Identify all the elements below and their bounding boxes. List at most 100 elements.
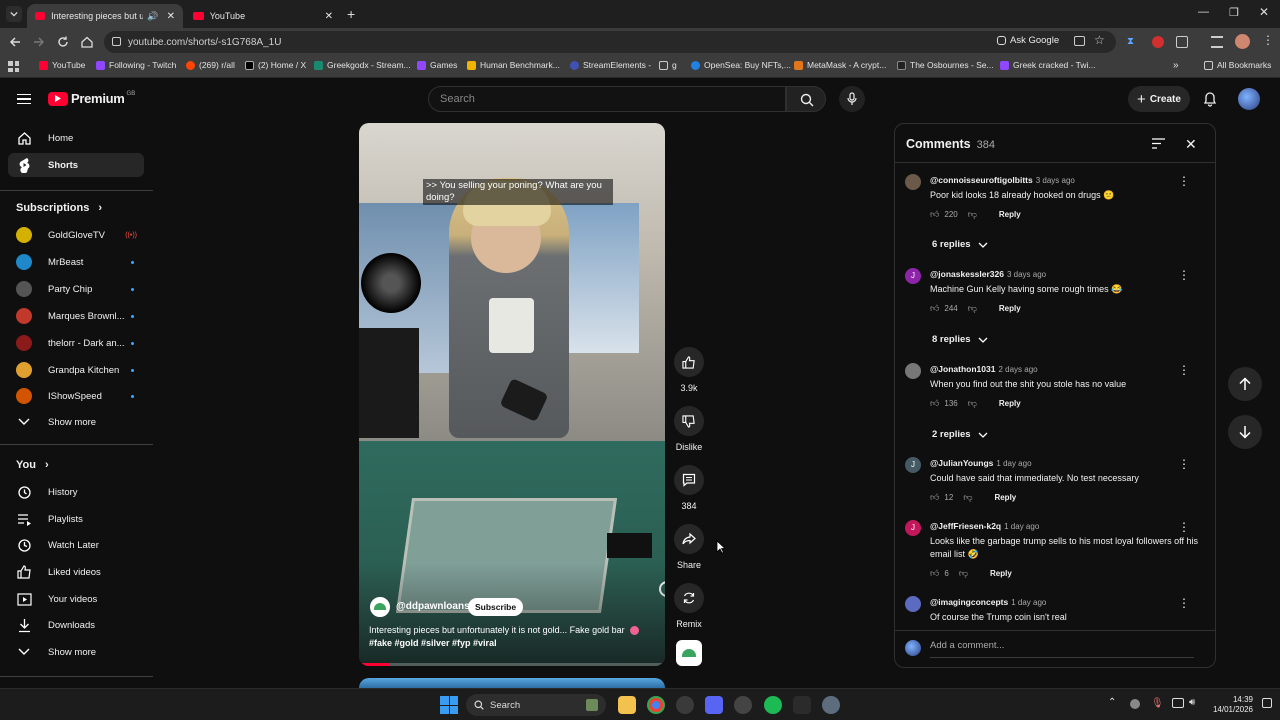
sidebar-sub-party-chip[interactable]: Party Chip <box>8 277 144 301</box>
comment-more-icon[interactable]: ⋮ <box>1178 363 1190 377</box>
commenter-avatar[interactable] <box>905 596 921 612</box>
view-replies-button[interactable]: 8 replies <box>932 334 988 345</box>
reply-button[interactable]: Reply <box>999 210 1021 219</box>
comment-more-icon[interactable]: ⋮ <box>1178 268 1190 282</box>
share-action[interactable]: Share <box>674 524 704 570</box>
comment-more-icon[interactable]: ⋮ <box>1178 520 1190 534</box>
comment-author[interactable]: @connoisseuroftigolbitts 3 days ago <box>930 175 1075 185</box>
dislike-action[interactable]: Dislike <box>674 406 704 452</box>
bookmark-youtube[interactable]: YouTube <box>39 60 85 70</box>
sidebar-sub-ishowspeed[interactable]: IShowSpeed <box>8 384 144 408</box>
comment-author[interactable]: @jonaskessler326 3 days ago <box>930 269 1046 279</box>
bookmarks-overflow-icon[interactable]: » <box>1173 60 1179 71</box>
sidebar-item-history[interactable]: History <box>8 480 144 504</box>
sidebar-item-home[interactable]: Home <box>8 126 144 150</box>
subscribe-button[interactable]: Subscribe <box>468 598 524 616</box>
view-replies-button[interactable]: 6 replies <box>932 239 988 250</box>
reply-button[interactable]: Reply <box>999 399 1021 408</box>
site-info-icon[interactable] <box>112 37 121 46</box>
app-icon[interactable] <box>676 696 694 714</box>
tab-active[interactable]: Interesting pieces but unfo 🔊 ✕ <box>27 4 183 28</box>
thumbs-up-icon[interactable]: 👍︎ <box>930 209 939 220</box>
thumbs-up-icon[interactable]: 👍︎ <box>930 303 939 314</box>
close-comments-button[interactable]: ✕ <box>1185 136 1197 153</box>
volume-icon[interactable]: 🔊︎ <box>1189 697 1195 708</box>
taskbar-clock[interactable]: 14:39 14/01/2026 <box>1207 695 1253 715</box>
profile-avatar[interactable] <box>1235 34 1250 49</box>
bookmark-osbournes[interactable]: The Osbournes - Se... <box>897 60 994 70</box>
bookmark-x[interactable]: (2) Home / X <box>245 60 306 70</box>
share-button[interactable] <box>674 524 704 554</box>
voice-search-button[interactable] <box>839 86 865 112</box>
sidebar-item-shorts[interactable]: Shorts <box>8 153 144 177</box>
chrome-icon[interactable] <box>647 696 665 714</box>
show-more-you[interactable]: Show more <box>8 640 144 664</box>
app-icon[interactable] <box>793 696 811 714</box>
apps-grid-icon[interactable] <box>8 61 19 72</box>
next-short-preview[interactable] <box>359 678 665 688</box>
bookmark-star-icon[interactable]: ☆ <box>1094 33 1105 47</box>
bookmark-metamask[interactable]: MetaMask - A crypt... <box>794 60 886 70</box>
show-more-subscriptions[interactable]: Show more <box>8 410 144 434</box>
sidebar-item-downloads[interactable]: Downloads <box>8 613 144 637</box>
like-action[interactable]: 3.9k <box>674 347 704 393</box>
reading-list-icon[interactable] <box>1211 36 1223 48</box>
like-button[interactable] <box>674 347 704 377</box>
commenter-avatar[interactable]: J <box>905 457 921 473</box>
comment-more-icon[interactable]: ⋮ <box>1178 457 1190 471</box>
extensions-puzzle-icon[interactable] <box>1176 36 1188 48</box>
speaker-icon[interactable]: 🔊 <box>147 11 158 22</box>
bookmark-opensea[interactable]: OpenSea: Buy NFTs,... <box>691 60 791 70</box>
extension-red-icon[interactable] <box>1152 36 1164 48</box>
minimize-button[interactable]: — <box>1198 6 1209 18</box>
close-tab-icon[interactable]: ✕ <box>325 11 333 22</box>
search-input[interactable]: Search <box>428 86 786 112</box>
remix-action[interactable]: Remix <box>674 583 704 629</box>
home-button[interactable] <box>80 35 94 49</box>
browser-menu-icon[interactable]: ⋮ <box>1262 33 1274 47</box>
dislike-button[interactable] <box>674 406 704 436</box>
bookmark-human-benchmark[interactable]: Human Benchmark... <box>467 60 560 70</box>
new-tab-button[interactable]: + <box>347 6 355 22</box>
video-hashtags[interactable]: #fake #gold #silver #fyp #viral <box>369 638 497 648</box>
tray-app-icon[interactable] <box>1130 699 1140 709</box>
address-bar[interactable]: youtube.com/shorts/-s1G768A_1U Ask Googl… <box>104 31 1116 53</box>
thumbs-down-icon[interactable]: 👎︎ <box>968 209 977 220</box>
bookmark-reddit[interactable]: (269) r/all <box>186 60 235 70</box>
hamburger-menu-icon[interactable] <box>17 94 31 104</box>
remix-button[interactable] <box>674 583 704 613</box>
tab-search-button[interactable] <box>6 6 22 22</box>
notifications-icon[interactable] <box>1262 698 1272 708</box>
reload-button[interactable] <box>56 35 70 49</box>
sidebar-sub-thelorr[interactable]: thelorr - Dark an... <box>8 331 144 355</box>
sound-source-thumbnail[interactable] <box>676 640 702 666</box>
subscriptions-header[interactable]: Subscriptions › <box>16 202 102 214</box>
app-icon[interactable] <box>734 696 752 714</box>
youtube-premium-logo[interactable]: Premium GB <box>48 91 135 106</box>
account-avatar[interactable] <box>1238 88 1260 110</box>
spotify-icon[interactable] <box>764 696 782 714</box>
sidebar-item-your-videos[interactable]: Your videos <box>8 587 144 611</box>
tab-youtube[interactable]: YouTube ✕ <box>185 4 341 28</box>
commenter-avatar[interactable]: J <box>905 520 921 536</box>
windows-start-icon[interactable] <box>440 696 458 714</box>
commenter-avatar[interactable] <box>905 363 921 379</box>
comment-author[interactable]: @imagingconcepts 1 day ago <box>930 597 1046 607</box>
notifications-button[interactable] <box>1203 91 1217 107</box>
bookmark-twitch[interactable]: Following - Twitch <box>96 60 176 70</box>
thumbs-up-icon[interactable]: 👍︎ <box>930 492 939 503</box>
extension-icon[interactable]: ⧗ <box>1127 36 1139 48</box>
sidebar-sub-goldglovetv[interactable]: GoldGloveTV ((•)) <box>8 223 144 247</box>
sidebar-item-playlists[interactable]: Playlists <box>8 507 144 531</box>
tray-overflow-icon[interactable]: ⌃ <box>1108 697 1116 708</box>
comment-author[interactable]: @JeffFriesen-k2q 1 day ago <box>930 521 1039 531</box>
bookmark-greek-cracked[interactable]: Greek cracked - Twi... <box>1000 60 1096 70</box>
comment-author[interactable]: @JulianYoungs 1 day ago <box>930 458 1032 468</box>
previous-short-button[interactable] <box>1228 367 1262 401</box>
reply-button[interactable]: Reply <box>999 304 1021 313</box>
all-bookmarks[interactable]: All Bookmarks <box>1204 60 1271 70</box>
sidebar-item-watch-later[interactable]: Watch Later <box>8 533 144 557</box>
comments-action[interactable]: 384 <box>674 465 704 511</box>
comments-button[interactable] <box>674 465 704 495</box>
network-icon[interactable] <box>1172 698 1184 708</box>
